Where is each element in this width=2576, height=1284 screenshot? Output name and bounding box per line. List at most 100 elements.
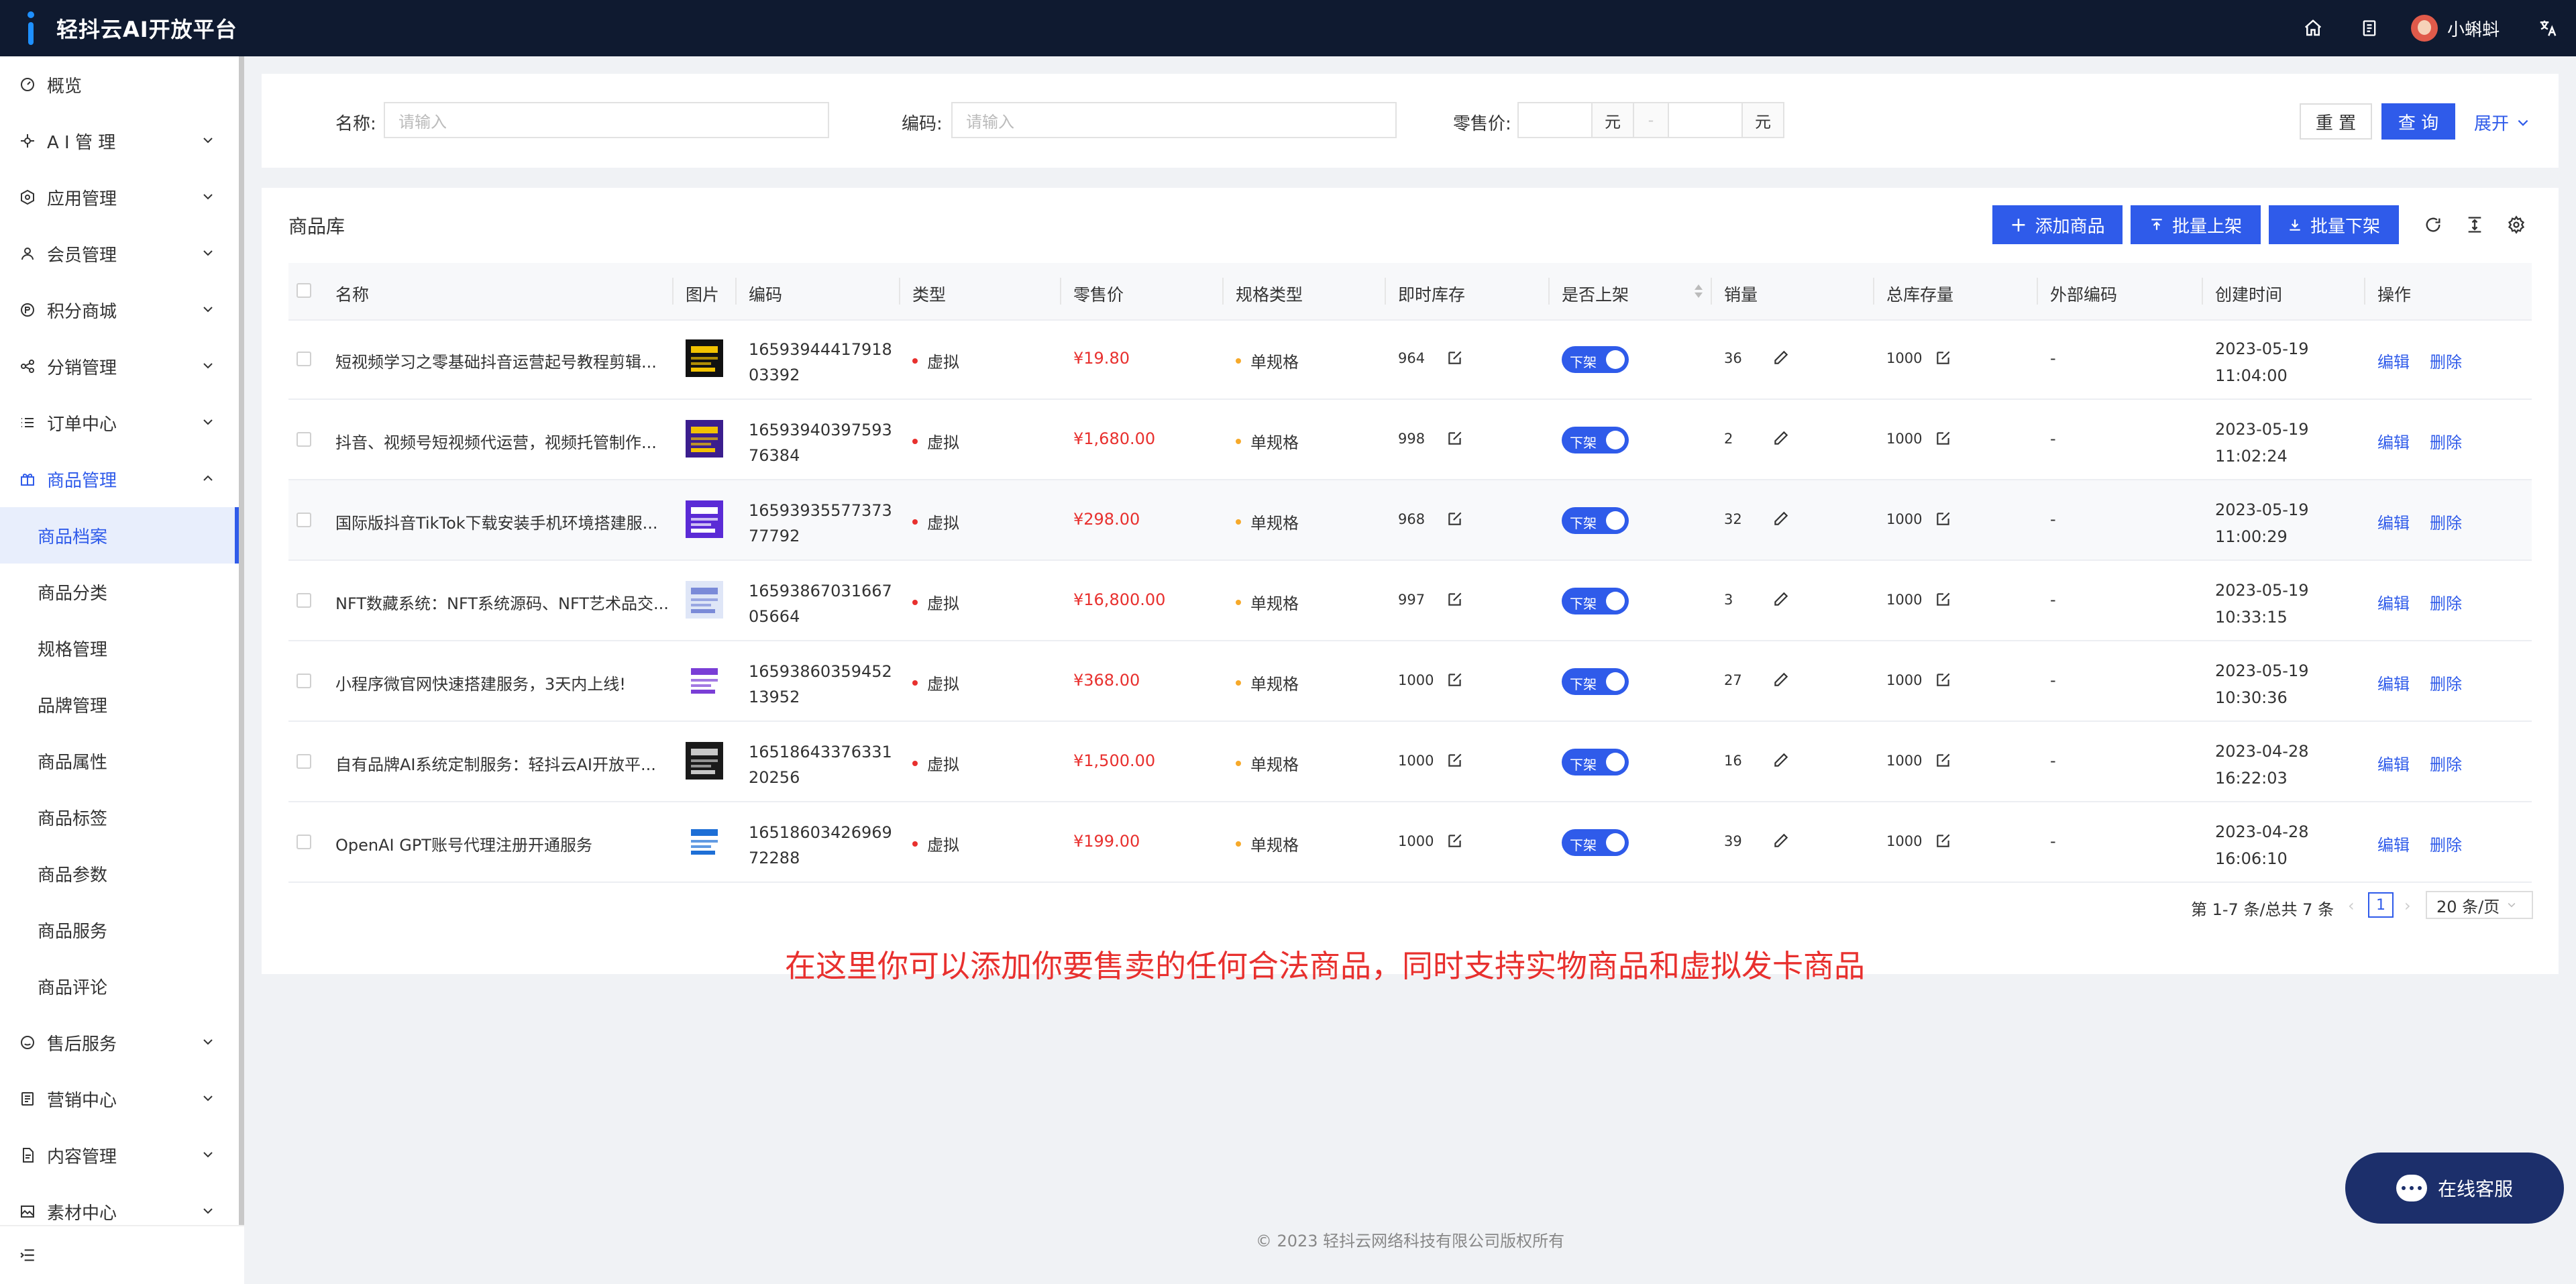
sidebar-sub-product-archive[interactable]: 商品档案 <box>0 507 239 564</box>
shelf-status-toggle[interactable]: 下架 <box>1562 346 1629 373</box>
online-service-button[interactable]: 在线客服 <box>2345 1153 2564 1224</box>
edit-box-icon[interactable] <box>1446 751 1464 769</box>
edit-box-icon[interactable] <box>1446 671 1464 688</box>
shelf-status-toggle[interactable]: 下架 <box>1562 668 1629 695</box>
edit-pencil-icon[interactable] <box>1772 349 1790 366</box>
row-checkbox[interactable] <box>297 352 311 366</box>
query-button[interactable]: 查 询 <box>2381 103 2455 140</box>
delete-link[interactable]: 删除 <box>2430 832 2462 855</box>
edit-box-icon[interactable] <box>1935 751 1952 769</box>
product-thumbnail[interactable] <box>686 420 723 458</box>
edit-link[interactable]: 编辑 <box>2377 832 2410 855</box>
edit-pencil-icon[interactable] <box>1772 429 1790 447</box>
user-menu[interactable]: 小蝌蚪 <box>2410 15 2500 42</box>
delete-link[interactable]: 删除 <box>2430 349 2462 372</box>
delete-link[interactable]: 删除 <box>2430 671 2462 694</box>
edit-pencil-icon[interactable] <box>1772 590 1790 608</box>
product-thumbnail[interactable] <box>686 661 723 699</box>
product-thumbnail[interactable] <box>686 742 723 780</box>
sidebar-scrollbar[interactable] <box>239 56 244 1225</box>
sidebar-sub-product-category[interactable]: 商品分类 <box>0 564 239 620</box>
batch-on-shelf-button[interactable]: 批量上架 <box>2131 205 2261 244</box>
sidebar-item-ai[interactable]: A I 管 理 <box>0 113 239 169</box>
sidebar-item-content[interactable]: 内容管理 <box>0 1127 239 1183</box>
sidebar-sub-product-params[interactable]: 商品参数 <box>0 845 239 902</box>
page-1-button[interactable]: 1 <box>2368 892 2394 918</box>
row-checkbox[interactable] <box>297 674 311 688</box>
delete-link[interactable]: 删除 <box>2430 510 2462 533</box>
shelf-status-toggle[interactable]: 下架 <box>1562 507 1629 534</box>
sidebar-sub-product-attributes[interactable]: 商品属性 <box>0 733 239 789</box>
sidebar-item-overview[interactable]: 概览 <box>0 56 239 113</box>
edit-link[interactable]: 编辑 <box>2377 751 2410 775</box>
sidebar-sub-product-reviews[interactable]: 商品评论 <box>0 958 239 1014</box>
sidebar-item-after-sales[interactable]: 售后服务 <box>0 1014 239 1071</box>
code-input[interactable]: 请输入 <box>951 102 1397 138</box>
row-checkbox[interactable] <box>297 593 311 608</box>
settings-icon[interactable] <box>2505 213 2528 236</box>
product-thumbnail[interactable] <box>686 822 723 860</box>
edit-box-icon[interactable] <box>1935 590 1952 608</box>
price-max-input[interactable] <box>1668 102 1743 138</box>
next-page-icon[interactable]: › <box>2404 896 2411 915</box>
select-all-checkbox[interactable] <box>297 283 311 298</box>
row-checkbox[interactable] <box>297 513 311 527</box>
edit-pencil-icon[interactable] <box>1772 671 1790 688</box>
sidebar-item-members[interactable]: 会员管理 <box>0 225 239 282</box>
sidebar-item-apps[interactable]: 应用管理 <box>0 169 239 225</box>
sidebar-sub-spec-management[interactable]: 规格管理 <box>0 620 239 676</box>
shelf-status-toggle[interactable]: 下架 <box>1562 427 1629 453</box>
edit-box-icon[interactable] <box>1935 349 1952 366</box>
home-icon[interactable] <box>2285 0 2341 56</box>
product-thumbnail[interactable] <box>686 581 723 619</box>
density-icon[interactable] <box>2463 213 2486 236</box>
edit-box-icon[interactable] <box>1446 590 1464 608</box>
delete-link[interactable]: 删除 <box>2430 429 2462 453</box>
delete-link[interactable]: 删除 <box>2430 751 2462 775</box>
prev-page-icon[interactable]: ‹ <box>2348 896 2355 915</box>
sidebar-item-distribution[interactable]: 分销管理 <box>0 338 239 394</box>
edit-box-icon[interactable] <box>1935 671 1952 688</box>
edit-pencil-icon[interactable] <box>1772 751 1790 769</box>
row-checkbox[interactable] <box>297 432 311 447</box>
row-checkbox[interactable] <box>297 835 311 849</box>
logo[interactable]: 轻抖云AI开放平台 <box>25 11 237 45</box>
sidebar-item-marketing[interactable]: 营销中心 <box>0 1071 239 1127</box>
row-checkbox[interactable] <box>297 754 311 769</box>
reset-button[interactable]: 重 置 <box>2300 103 2372 140</box>
edit-box-icon[interactable] <box>1446 832 1464 849</box>
shelf-status-toggle[interactable]: 下架 <box>1562 829 1629 856</box>
edit-pencil-icon[interactable] <box>1772 832 1790 849</box>
name-input[interactable]: 请输入 <box>384 102 829 138</box>
edit-link[interactable]: 编辑 <box>2377 429 2410 453</box>
edit-box-icon[interactable] <box>1446 429 1464 447</box>
translate-icon[interactable] <box>2520 0 2576 56</box>
add-product-button[interactable]: + 添加商品 <box>1992 205 2123 244</box>
document-icon[interactable] <box>2341 0 2398 56</box>
edit-link[interactable]: 编辑 <box>2377 671 2410 694</box>
page-size-select[interactable]: 20 条/页 <box>2426 891 2533 919</box>
collapse-menu-icon[interactable] <box>19 1246 36 1264</box>
edit-box-icon[interactable] <box>1935 429 1952 447</box>
sidebar-sub-product-tags[interactable]: 商品标签 <box>0 789 239 845</box>
edit-box-icon[interactable] <box>1446 349 1464 366</box>
sidebar-item-orders[interactable]: 订单中心 <box>0 394 239 451</box>
shelf-status-toggle[interactable]: 下架 <box>1562 749 1629 775</box>
delete-link[interactable]: 删除 <box>2430 590 2462 614</box>
edit-box-icon[interactable] <box>1935 510 1952 527</box>
batch-off-shelf-button[interactable]: 批量下架 <box>2269 205 2399 244</box>
edit-link[interactable]: 编辑 <box>2377 590 2410 614</box>
edit-link[interactable]: 编辑 <box>2377 510 2410 533</box>
edit-pencil-icon[interactable] <box>1772 510 1790 527</box>
sort-icon[interactable] <box>1693 283 1704 299</box>
sidebar-sub-brand-management[interactable]: 品牌管理 <box>0 676 239 733</box>
expand-toggle[interactable]: 展开 <box>2474 110 2530 135</box>
sidebar-sub-product-services[interactable]: 商品服务 <box>0 902 239 958</box>
shelf-status-toggle[interactable]: 下架 <box>1562 588 1629 614</box>
product-thumbnail[interactable] <box>686 339 723 377</box>
edit-link[interactable]: 编辑 <box>2377 349 2410 372</box>
edit-box-icon[interactable] <box>1446 510 1464 527</box>
sidebar-item-points-mall[interactable]: 积分商城 <box>0 282 239 338</box>
edit-box-icon[interactable] <box>1935 832 1952 849</box>
price-min-input[interactable] <box>1517 102 1593 138</box>
